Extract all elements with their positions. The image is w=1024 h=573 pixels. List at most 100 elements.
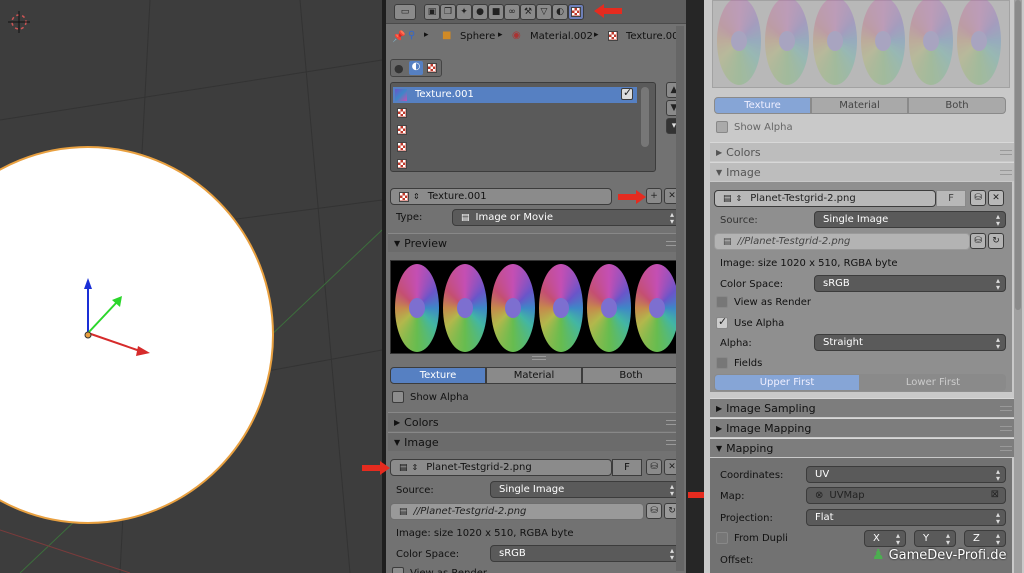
- image-filepath-field[interactable]: ▤ //Planet-Testgrid-2.png: [390, 503, 644, 520]
- other-texture-icon[interactable]: [427, 63, 437, 73]
- browse-icon[interactable]: ⇕: [412, 463, 419, 472]
- image-mapping-section-header[interactable]: ▶ Image Mapping: [710, 418, 1018, 437]
- texture-tab-icon[interactable]: [568, 4, 584, 20]
- image-datablock[interactable]: ▤ ⇕ Planet-Testgrid-2.png: [390, 459, 612, 476]
- clear-field-icon[interactable]: ⊠: [991, 489, 999, 500]
- 3d-cursor-icon: [8, 11, 30, 33]
- browse-icon[interactable]: ⇕: [413, 192, 420, 201]
- pin-icon[interactable]: 📌: [392, 30, 406, 43]
- slot-enabled-checkbox[interactable]: [621, 86, 633, 100]
- properties-panel: ▭ ▣ ❐ ✦ ● ■ ∞ ⚒ ▽ ◐ 📌 ⚲ ▸ ■ Sphere ▸ ◉ M…: [386, 0, 686, 573]
- data-tab-icon[interactable]: ▽: [536, 4, 552, 20]
- scene-tab-icon[interactable]: ✦: [456, 4, 472, 20]
- lower-first-button[interactable]: Lower First: [860, 374, 1006, 391]
- texture-slot-list[interactable]: Texture.001: [390, 82, 656, 172]
- source-dropdown[interactable]: Single Image ▴ ▾: [814, 211, 1006, 228]
- uv-map-field[interactable]: ⊗ UVMap ⊠: [806, 487, 1006, 504]
- source-dropdown[interactable]: Single Image ▴ ▾: [490, 481, 680, 498]
- object-tab-icon[interactable]: ■: [488, 4, 504, 20]
- preview-section-header[interactable]: ▼ Preview: [388, 233, 684, 252]
- browse-file-icon[interactable]: ⛁: [646, 503, 662, 519]
- browse-file-icon[interactable]: ⛁: [970, 233, 986, 249]
- image-name-field[interactable]: Planet-Testgrid-2.png: [426, 462, 532, 473]
- view-as-render-checkbox[interactable]: [716, 296, 728, 308]
- preview-tab-both[interactable]: Both: [582, 367, 680, 384]
- texture-preview: [390, 260, 682, 354]
- empty-slot-icon[interactable]: [397, 125, 407, 135]
- show-alpha-checkbox[interactable]: [392, 391, 404, 403]
- upper-first-button[interactable]: Upper First: [714, 374, 860, 391]
- drag-grip-icon[interactable]: [1000, 170, 1012, 175]
- image-datablock[interactable]: ▤ ⇕ Planet-Testgrid-2.png: [714, 190, 936, 207]
- add-texture-icon[interactable]: +: [646, 188, 662, 204]
- uv-icon: ⊗: [815, 490, 824, 501]
- properties-panel-scrolled: Texture Material Both Show Alpha ▶ Color…: [704, 0, 1024, 573]
- constraints-tab-icon[interactable]: ∞: [504, 4, 520, 20]
- image-filepath-field[interactable]: ▤ //Planet-Testgrid-2.png: [714, 233, 970, 250]
- list-item[interactable]: Texture.001: [393, 86, 637, 103]
- colors-section-header[interactable]: ▶ Colors: [710, 142, 1018, 161]
- reload-image-icon[interactable]: ↻: [988, 233, 1004, 249]
- coordinates-dropdown[interactable]: UV ▴ ▾: [806, 466, 1006, 483]
- image-icon: ▤: [461, 212, 470, 223]
- image-section-header[interactable]: ▼ Image: [710, 162, 1018, 181]
- projection-dropdown[interactable]: Flat ▴ ▾: [806, 509, 1006, 526]
- source-value: Single Image: [823, 214, 889, 225]
- image-name-field[interactable]: Planet-Testgrid-2.png: [750, 193, 856, 204]
- empty-slot-icon[interactable]: [397, 159, 407, 169]
- alpha-mode-dropdown[interactable]: Straight ▴ ▾: [814, 334, 1006, 351]
- 3d-viewport[interactable]: [0, 0, 382, 573]
- colors-section-header[interactable]: ▶ Colors: [388, 412, 684, 431]
- dropdown-arrows-icon: ▴ ▾: [995, 335, 1000, 351]
- empty-slot-icon[interactable]: [397, 142, 407, 152]
- drag-grip-icon[interactable]: [1000, 150, 1012, 155]
- preview-tab-both[interactable]: Both: [908, 97, 1006, 114]
- view-as-render-checkbox[interactable]: [392, 567, 404, 573]
- fake-user-button[interactable]: F: [936, 190, 966, 207]
- preview-tab-texture[interactable]: Texture: [390, 367, 486, 384]
- render-tab-icon[interactable]: ▣: [424, 4, 440, 20]
- unlink-image-icon[interactable]: ✕: [988, 190, 1004, 206]
- type-dropdown[interactable]: ▤ Image or Movie ▴ ▾: [452, 209, 680, 226]
- preview-tab-material[interactable]: Material: [811, 97, 908, 114]
- open-image-icon[interactable]: ⛁: [970, 190, 986, 206]
- fields-checkbox[interactable]: [716, 357, 728, 369]
- breadcrumb-material[interactable]: Material.002: [530, 31, 593, 42]
- drag-grip-icon[interactable]: [1000, 406, 1012, 411]
- fake-user-button[interactable]: F: [612, 459, 642, 476]
- colorspace-dropdown[interactable]: sRGB ▴ ▾: [490, 545, 680, 562]
- from-dupli-checkbox[interactable]: [716, 532, 728, 544]
- preview-resize-grip-icon[interactable]: [532, 356, 546, 360]
- use-alpha-label: Use Alpha: [734, 318, 785, 329]
- image-section-header[interactable]: ▼ Image: [388, 432, 684, 451]
- world-texture-icon[interactable]: ●: [394, 62, 404, 75]
- texture-name-field[interactable]: Texture.001: [428, 191, 487, 202]
- image-sampling-section-header[interactable]: ▶ Image Sampling: [710, 398, 1018, 417]
- properties-scrollbar-thumb[interactable]: [1015, 0, 1021, 310]
- preview-tab-material[interactable]: Material: [486, 367, 582, 384]
- colorspace-dropdown[interactable]: sRGB ▴ ▾: [814, 275, 1006, 292]
- preview-tab-texture[interactable]: Texture: [714, 97, 811, 114]
- material-tab-icon[interactable]: ◐: [552, 4, 568, 20]
- breadcrumb-object[interactable]: Sphere: [460, 31, 495, 42]
- properties-scrollbar-track[interactable]: [676, 26, 684, 571]
- type-value: Image or Movie: [475, 212, 554, 223]
- browse-icon[interactable]: ⇕: [736, 194, 743, 203]
- open-image-icon[interactable]: ⛁: [646, 459, 662, 475]
- editor-type-icon[interactable]: ▭: [394, 4, 416, 20]
- empty-slot-icon[interactable]: [397, 108, 407, 118]
- drag-grip-icon[interactable]: [1000, 426, 1012, 431]
- world-tab-icon[interactable]: ●: [472, 4, 488, 20]
- show-alpha-checkbox[interactable]: [716, 121, 728, 133]
- modifiers-tab-icon[interactable]: ⚒: [520, 4, 536, 20]
- mapping-section-header[interactable]: ▼ Mapping: [710, 438, 1018, 457]
- image-info: Image: size 1020 x 510, RGBA byte: [396, 528, 574, 539]
- material-texture-icon[interactable]: ◐: [409, 61, 423, 75]
- from-dupli-label: From Dupli: [734, 533, 788, 544]
- render-layers-tab-icon[interactable]: ❐: [440, 4, 456, 20]
- drag-grip-icon[interactable]: [1000, 446, 1012, 451]
- axis-y-value: Y: [923, 533, 930, 544]
- list-scrollbar[interactable]: [641, 87, 649, 147]
- use-alpha-checkbox[interactable]: [716, 315, 728, 329]
- texture-datablock[interactable]: ⇕ Texture.001: [390, 188, 612, 205]
